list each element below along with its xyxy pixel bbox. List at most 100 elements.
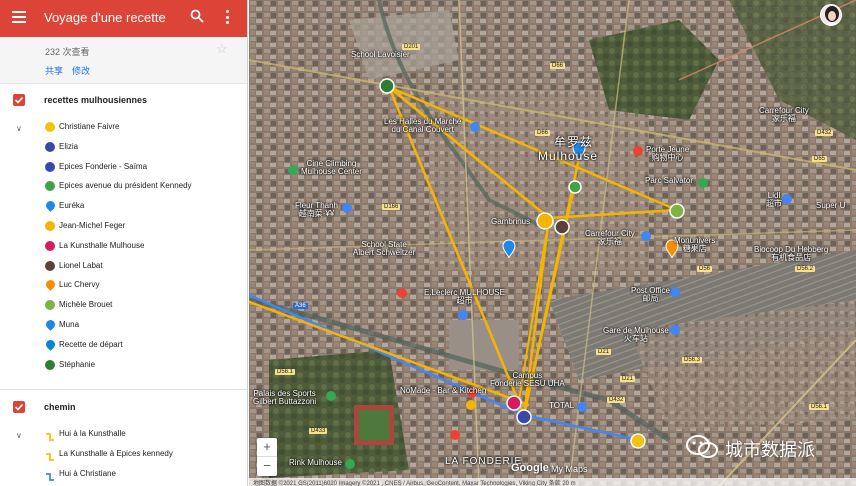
highway-shield: A36 bbox=[293, 303, 308, 310]
circle-icon bbox=[45, 220, 55, 231]
route-icon bbox=[45, 429, 55, 441]
map-label: NoMade - Bar & Kitchen bbox=[400, 386, 487, 395]
map-label: Gare de Mulhouse 火车站 bbox=[603, 326, 669, 344]
layer-item-label: Muna bbox=[59, 319, 80, 329]
layer-item[interactable]: Michèle Brouet bbox=[0, 296, 247, 316]
layer-item[interactable]: Elizia bbox=[0, 138, 247, 158]
layer-item-label: Recette de départ bbox=[59, 339, 123, 349]
pin-icon bbox=[44, 337, 57, 351]
panel-header: Voyage d'une recette bbox=[0, 0, 247, 37]
circle-icon bbox=[45, 141, 55, 152]
layer-item[interactable]: Christiane Faivre bbox=[0, 118, 247, 138]
layer-item-label: Hui à Christiane bbox=[59, 468, 116, 478]
star-icon[interactable]: ☆ bbox=[216, 41, 228, 57]
layer-item[interactable]: La Kunsthalle Mulhouse bbox=[0, 237, 247, 257]
map-label: TOTAL bbox=[549, 401, 575, 410]
road-shield: D433 bbox=[309, 428, 328, 435]
layer-item-label: Epices avenue du président Kennedy bbox=[59, 181, 192, 191]
zoom-out-button[interactable]: − bbox=[257, 457, 277, 476]
layer-item-label: Hui à la Kunsthalle bbox=[59, 429, 126, 438]
circle-icon bbox=[45, 260, 55, 271]
layer-item-label: Elizia bbox=[59, 141, 79, 151]
layer-item[interactable]: Stéphanie bbox=[0, 356, 247, 376]
zoom-in-button[interactable]: + bbox=[257, 438, 277, 457]
edit-link[interactable]: 修改 bbox=[72, 64, 90, 77]
road-shield: D66 bbox=[535, 130, 551, 137]
layer-item[interactable]: Recette de départ bbox=[0, 336, 247, 356]
divider bbox=[0, 389, 247, 390]
circle-icon bbox=[45, 359, 55, 370]
layer-header: recettes mulhousiennes bbox=[0, 91, 247, 111]
map-label: Les Halles du Marché du Canal Couvert bbox=[384, 117, 462, 135]
road-shield: D66 bbox=[550, 63, 566, 70]
pin-icon bbox=[44, 318, 57, 331]
map-label: 牟罗兹 bbox=[554, 135, 594, 149]
layer-item[interactable]: Hui à la Kunsthalle bbox=[0, 425, 247, 445]
layer-item[interactable]: Hui à Christiane bbox=[0, 465, 247, 485]
map-label: Campus Fonderie SESU UHA bbox=[490, 371, 565, 389]
road-shield: D21 bbox=[596, 349, 612, 356]
road-shield: D21 bbox=[620, 376, 636, 383]
map-attribution: 地图数据 ©2021 GS(2011)6020 Imagery ©2021 , … bbox=[249, 478, 856, 486]
road-shield: D56.3 bbox=[682, 357, 703, 364]
road-shield: D166 bbox=[382, 204, 401, 211]
layer-item-label: Christiane Faivre bbox=[59, 122, 120, 131]
road-shield: D65 bbox=[812, 156, 828, 163]
search-icon[interactable] bbox=[190, 9, 206, 25]
more-options-icon[interactable] bbox=[222, 8, 232, 26]
map-label: Post Office 邮局 bbox=[631, 286, 670, 304]
layer-checkbox[interactable] bbox=[13, 401, 25, 413]
watermark: 城市数据派 bbox=[685, 434, 845, 460]
circle-icon bbox=[45, 161, 55, 172]
layer-item-label: Euréka bbox=[59, 201, 85, 211]
layer-item-label: La Kunsthalle à Epices kennedy bbox=[59, 448, 173, 458]
share-link[interactable]: 共享 bbox=[45, 64, 63, 77]
layer-title: chemin bbox=[44, 402, 76, 412]
wechat-icon bbox=[686, 435, 718, 458]
circle-icon bbox=[45, 240, 55, 251]
layer-item-label: Jean-Michel Feger bbox=[59, 220, 126, 230]
layer-item[interactable]: Epices avenue du président Kennedy bbox=[0, 177, 247, 197]
map-label: E.Leclerc MULHOUSE 超市 bbox=[424, 288, 505, 306]
route-icon bbox=[45, 449, 55, 461]
layer-item-label: Lionel Labat bbox=[59, 260, 103, 270]
map-canvas[interactable]: School Lavoisier Les Halles du Marché du… bbox=[249, 0, 856, 486]
layer-items: Christiane Faivre Elizia Epices Fonderie -… bbox=[0, 118, 247, 376]
circle-icon bbox=[45, 300, 55, 311]
road-shield: D201 bbox=[402, 44, 421, 51]
layer-item[interactable]: Luc Chervy bbox=[0, 276, 247, 296]
map-label: Fleur Thanh 越南菜·¥¥ bbox=[295, 201, 338, 219]
map-label: Gambrinus bbox=[491, 217, 531, 226]
map-label: Super U bbox=[816, 201, 846, 210]
map-label: Lidl 超市 bbox=[766, 191, 782, 209]
map-label: School State Albert Schweitzer bbox=[353, 240, 416, 258]
layer-header: chemin bbox=[0, 398, 247, 418]
map-label: Porte Jeune 购物中心 bbox=[646, 145, 690, 163]
map-label: Mulhouse bbox=[538, 149, 599, 163]
layer-item[interactable]: Jean-Michel Feger bbox=[0, 217, 247, 237]
map-label: School Lavoisier bbox=[351, 50, 410, 59]
circle-icon bbox=[45, 181, 55, 192]
user-avatar[interactable] bbox=[820, 4, 842, 26]
layer-items: Hui à la Kunsthalle La Kunsthalle à Epice… bbox=[0, 425, 247, 485]
watermark-text: 城市数据派 bbox=[725, 440, 815, 460]
layer-item-label: La Kunsthalle Mulhouse bbox=[59, 240, 145, 250]
pin-icon bbox=[44, 278, 57, 292]
layer-item[interactable]: Euréka bbox=[0, 197, 247, 217]
satellite-imagery bbox=[249, 0, 856, 486]
layer-item[interactable]: Muna bbox=[0, 316, 247, 336]
menu-icon[interactable] bbox=[12, 11, 26, 23]
road-shield: D56.1 bbox=[275, 369, 296, 376]
layer-checkbox[interactable] bbox=[13, 94, 25, 106]
layer-item[interactable]: La Kunsthalle à Epices kennedy bbox=[0, 445, 247, 465]
map-label: Carrefour City 家乐福 bbox=[759, 106, 809, 124]
map-title: Voyage d'une recette bbox=[44, 10, 166, 25]
layer-item[interactable]: Lionel Labat bbox=[0, 257, 247, 277]
road-shield: D56.1 bbox=[809, 404, 830, 411]
map-label: Monunivers 糖果店 bbox=[674, 236, 716, 254]
mymaps-logo: My Maps bbox=[551, 464, 588, 474]
road-shield: D56 bbox=[697, 266, 713, 273]
layer-item[interactable]: Epices Fonderie - Saïma bbox=[0, 158, 247, 178]
road-shield: D432 bbox=[815, 130, 834, 137]
map-stats: 232 次查看 ☆ 共享 修改 bbox=[0, 37, 247, 84]
